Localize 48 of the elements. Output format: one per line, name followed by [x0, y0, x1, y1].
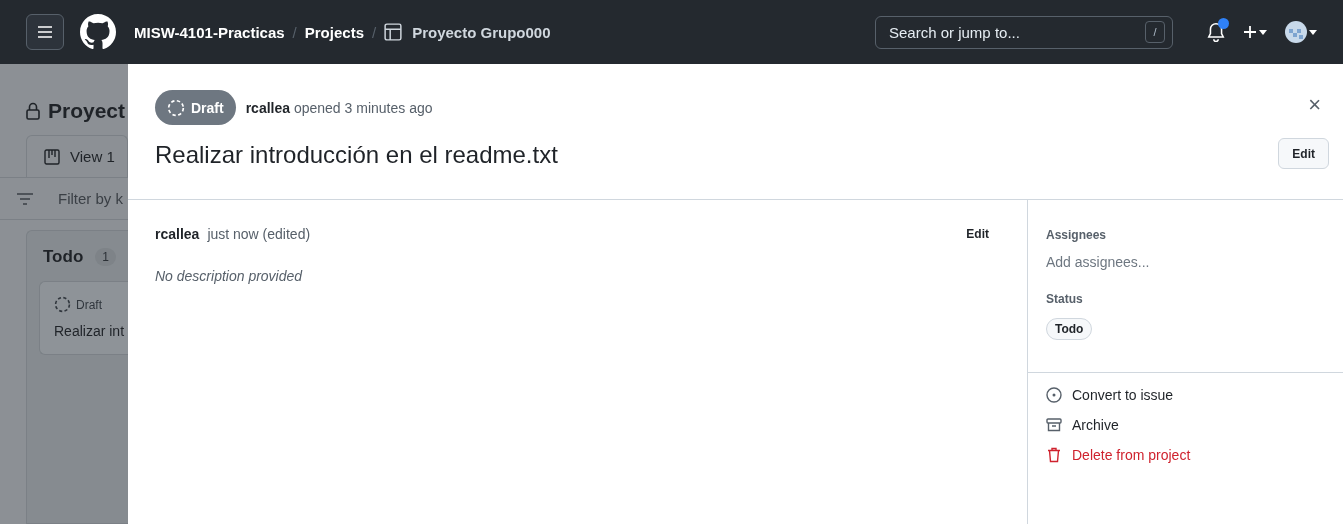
- column-title: Todo: [43, 247, 84, 267]
- archive-icon: [1046, 417, 1062, 433]
- state-text: Draft: [191, 99, 224, 116]
- card-title: Realizar int: [54, 323, 126, 339]
- trash-icon: [1046, 447, 1062, 463]
- board-icon: [44, 148, 60, 165]
- field-label: Status: [1046, 292, 1084, 306]
- item-title: Realizar introducción en el readme.txt: [155, 141, 558, 169]
- edit-title-button[interactable]: Edit: [1278, 138, 1329, 169]
- comment-author[interactable]: rcallea: [155, 226, 200, 242]
- caret-icon: [1259, 29, 1267, 35]
- filter-icon: [16, 192, 34, 205]
- close-button[interactable]: ×: [1308, 94, 1329, 116]
- create-button[interactable]: [1243, 25, 1267, 39]
- field-label: Assignees: [1046, 228, 1108, 242]
- board-card[interactable]: Draft Realizar int: [39, 281, 128, 355]
- draft-icon: [54, 296, 71, 313]
- description-text: No description provided: [155, 268, 304, 284]
- draft-icon: [167, 98, 185, 117]
- status-token[interactable]: Todo: [1046, 318, 1093, 340]
- edit-comment-button[interactable]: Edit: [954, 227, 1001, 241]
- octocat-logo-icon[interactable]: [80, 14, 116, 50]
- unread-dot: [1218, 18, 1229, 29]
- add-assignees-button[interactable]: Add assignees...: [1046, 254, 1325, 270]
- breadcrumb-link[interactable]: MISW-4101-Practicas: [134, 23, 285, 41]
- action-item[interactable]: Archive: [1046, 417, 1325, 433]
- breadcrumb-separator: /: [292, 23, 297, 41]
- table-icon: [384, 23, 403, 41]
- action-item[interactable]: Convert to issue: [1046, 387, 1325, 403]
- breadcrumb-link[interactable]: Proyecto Grupo000: [384, 23, 551, 41]
- bell-icon: [1207, 22, 1225, 42]
- plus-icon: [1243, 25, 1257, 39]
- avatar-button[interactable]: [1285, 21, 1317, 43]
- action-item[interactable]: Delete from project: [1046, 447, 1325, 463]
- menu-icon: [37, 25, 53, 39]
- card-state: Draft: [76, 297, 102, 312]
- caret-icon: [1309, 29, 1317, 35]
- avatar-icon: [1285, 21, 1307, 43]
- breadcrumb-separator: /: [372, 23, 377, 41]
- opened-meta: rcallea opened 3 minutes ago: [245, 99, 433, 116]
- breadcrumb-link[interactable]: Projects: [304, 23, 364, 41]
- menu-button[interactable]: [26, 14, 64, 50]
- project-title: Proyect: [48, 99, 126, 123]
- item-count: 1: [95, 248, 116, 266]
- lock-icon: [26, 102, 40, 120]
- issue-icon: [1046, 387, 1062, 403]
- comment-time: just now (edited): [207, 226, 311, 242]
- shortcut-key: /: [1145, 20, 1165, 43]
